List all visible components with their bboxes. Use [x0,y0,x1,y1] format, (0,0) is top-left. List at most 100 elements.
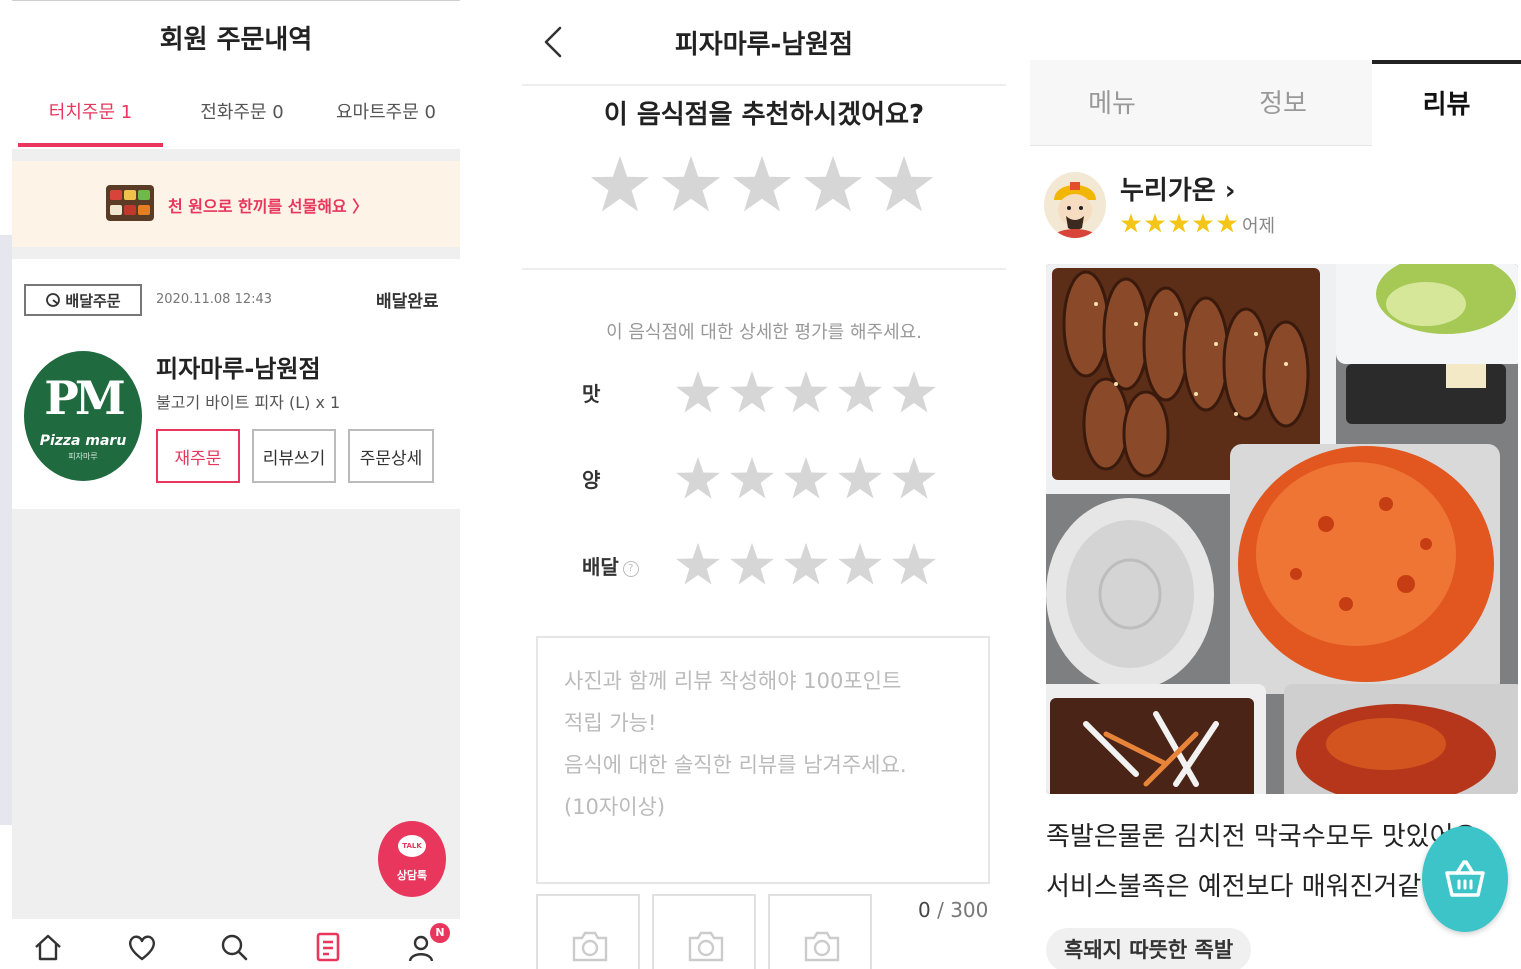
tab-touch-order[interactable]: 터치주문 1 [18,97,163,149]
detail-rating-prompt: 이 음식점에 대한 상세한 평가를 해주세요. [606,322,922,343]
photo-upload-slot[interactable] [536,894,640,969]
write-review-screen: 피자마루-남원점 이 음식점을 추천하시겠어요? 이 음식점에 대한 상세한 평… [522,0,1006,969]
store-review-screen: 메뉴 정보 리뷰 누리가온 › 어제 족발은물론 김치전 막국수모두 맛있어요 … [1030,0,1521,969]
store-tabs: 메뉴 정보 리뷰 [1030,60,1521,146]
star-icon[interactable] [674,368,722,416]
char-count: 0 [918,898,931,922]
review-photo[interactable] [1046,264,1518,794]
star-icon[interactable] [836,454,884,502]
camera-icon [804,931,840,962]
star-icon[interactable] [1120,212,1142,234]
divider [12,149,460,161]
store-logo[interactable]: PM Pizza maru 피자마루 [24,351,142,481]
placeholder-line: 사진과 함께 리뷰 작성해야 100포인트 [564,669,902,693]
reviewer-star-rating [1120,212,1240,234]
reorder-button[interactable]: 재주문 [156,429,240,483]
order-detail-button[interactable]: 주문상세 [348,429,434,483]
help-icon[interactable]: ? [622,560,639,577]
quantity-star-rating[interactable] [674,454,944,502]
star-icon[interactable] [782,540,830,588]
taste-star-rating[interactable] [674,368,944,416]
active-tab-indicator [18,143,163,147]
left-edge-strip [0,235,12,825]
reviewer-name[interactable]: 누리가온 › [1120,170,1235,207]
star-icon[interactable] [1144,212,1166,234]
star-icon[interactable] [782,454,830,502]
placeholder-line: (10자이상) [564,795,666,819]
tab-review[interactable]: 리뷰 [1372,60,1521,146]
overall-star-rating[interactable] [588,152,943,216]
star-icon[interactable] [872,152,936,216]
logo-brand: Pizza maru [39,433,127,449]
gift-meal-banner[interactable]: 천 원으로 한끼를 선물해요 〉 [12,161,460,247]
talk-label: 상담톡 [396,869,428,882]
logo-subtext: 피자마루 [68,452,98,461]
review-textarea[interactable]: 사진과 함께 리뷰 작성해야 100포인트 적립 가능! 음식에 대한 솔직한 … [536,636,990,884]
star-icon[interactable] [1216,212,1238,234]
consult-talk-button[interactable]: TALK 상담톡 [378,821,446,897]
placeholder-line: 적립 가능! [564,711,657,735]
photo-upload-slot[interactable] [652,894,756,969]
review-time: 어제 [1242,216,1276,237]
star-icon[interactable] [728,540,776,588]
star-icon[interactable] [890,540,938,588]
heart-icon[interactable] [124,929,160,965]
store-name[interactable]: 피자마루-남원점 [156,349,321,384]
delivery-star-rating[interactable] [674,540,944,588]
order-list-icon[interactable] [310,929,346,965]
star-icon[interactable] [730,152,794,216]
delivery-label-row: 배달? [582,551,639,580]
avatar[interactable] [1044,172,1106,238]
menu-tag[interactable]: 흑돼지 따뜻한 족발 [1046,928,1252,969]
bottom-navigation: N [12,919,460,969]
order-date: 2020.11.08 12:43 [156,292,273,307]
star-icon[interactable] [1192,212,1214,234]
tab-info[interactable]: 정보 [1194,60,1372,146]
character-avatar-icon [1052,182,1098,238]
camera-icon [688,931,724,962]
star-icon[interactable] [728,454,776,502]
taste-label: 맛 [582,382,601,406]
order-history-screen: 회원 주문내역 터치주문 1 전화주문 0 요마트주문 0 천 원으로 한끼를 … [12,0,460,969]
logo-monogram: PM [44,371,126,425]
order-item: 불고기 바이트 피자 (L) x 1 [156,393,341,412]
photo-upload-slot[interactable] [768,894,872,969]
page-title: 회원 주문내역 [159,25,313,55]
star-icon[interactable] [836,368,884,416]
tab-yomart-order[interactable]: 요마트주문 0 [312,97,460,149]
notification-badge: N [430,923,450,943]
star-icon[interactable] [836,540,884,588]
divider [522,268,1006,270]
talk-bubble-icon: TALK [398,835,426,857]
recommend-question: 이 음식점을 추천하시겠어요? [603,100,925,130]
star-icon[interactable] [728,368,776,416]
tab-phone-order[interactable]: 전화주문 0 [172,97,312,149]
basket-icon [1445,860,1485,897]
star-icon[interactable] [890,454,938,502]
star-icon[interactable] [659,152,723,216]
search-icon[interactable] [216,929,252,965]
divider [522,84,1006,86]
star-icon[interactable] [782,368,830,416]
delivery-order-tag: 배달주문 [24,284,142,316]
star-icon[interactable] [1168,212,1190,234]
star-icon[interactable] [890,368,938,416]
order-tabs: 터치주문 1 전화주문 0 요마트주문 0 [12,97,460,149]
order-status: 배달완료 [376,292,439,312]
order-type-label: 배달주문 [65,291,121,310]
star-icon[interactable] [674,454,722,502]
delivery-icon [46,293,61,307]
tab-menu[interactable]: 메뉴 [1030,60,1194,146]
divider [12,247,460,259]
cart-button[interactable] [1422,826,1508,932]
placeholder-line: 음식에 대한 솔직한 리뷰를 남겨주세요. [564,753,907,777]
star-icon[interactable] [801,152,865,216]
star-icon[interactable] [588,152,652,216]
quantity-label: 양 [582,468,601,492]
star-icon[interactable] [674,540,722,588]
home-icon[interactable] [30,929,66,965]
food-photo-illustration [1046,264,1518,794]
character-counter: 0 / 300 [918,898,988,922]
write-review-button[interactable]: 리뷰쓰기 [252,429,336,483]
lunchbox-icon [106,185,154,221]
